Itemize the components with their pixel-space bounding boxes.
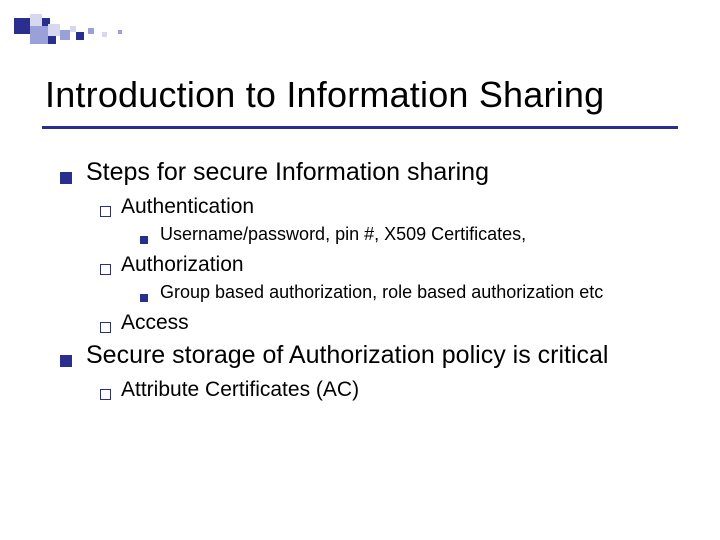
square-filled-icon [60, 172, 72, 184]
bullet-lvl2: Access [100, 311, 680, 335]
square-filled-icon [60, 355, 72, 367]
bullet-text: Secure storage of Authorization policy i… [86, 341, 608, 370]
bullet-lvl2: Attribute Certificates (AC) [100, 378, 680, 402]
slide-title: Introduction to Information Sharing [45, 74, 604, 116]
bullet-text: Authorization [121, 253, 244, 277]
bullet-lvl3: Username/password, pin #, X509 Certifica… [140, 224, 680, 245]
bullet-text: Access [121, 311, 189, 335]
bullet-lvl1: Secure storage of Authorization policy i… [60, 341, 680, 402]
slide-body: Steps for secure Information sharing Aut… [60, 158, 680, 408]
corner-decoration [14, 14, 144, 54]
bullet-lvl3: Group based authorization, role based au… [140, 282, 680, 303]
square-outline-icon [100, 322, 111, 333]
title-underline [42, 126, 678, 129]
bullet-lvl1: Steps for secure Information sharing Aut… [60, 158, 680, 335]
slide: Introduction to Information Sharing Step… [0, 0, 720, 540]
bullet-text: Group based authorization, role based au… [160, 282, 603, 303]
square-outline-icon [100, 206, 111, 217]
square-outline-icon [100, 389, 111, 400]
bullet-lvl2: Authorization [100, 253, 680, 277]
bullet-text: Username/password, pin #, X509 Certifica… [160, 224, 526, 245]
square-small-icon [140, 294, 148, 302]
bullet-text: Attribute Certificates (AC) [121, 378, 359, 402]
bullet-text: Steps for secure Information sharing [86, 158, 489, 187]
bullet-text: Authentication [121, 195, 254, 219]
bullet-lvl2: Authentication [100, 195, 680, 219]
square-outline-icon [100, 264, 111, 275]
square-small-icon [140, 236, 148, 244]
